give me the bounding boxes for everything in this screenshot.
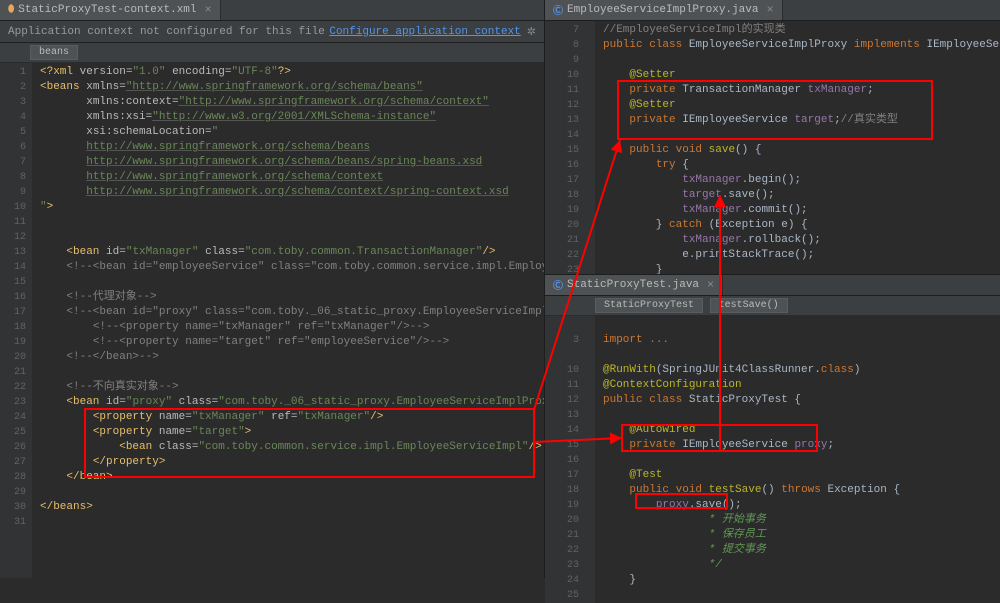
tab-test-java[interactable]: Ⓒ StaticProxyTest.java × <box>545 275 723 295</box>
rt-gutter: 789101112131415161718192021222324 <box>545 21 585 274</box>
close-icon[interactable]: × <box>205 3 212 17</box>
right-top-tabs: Ⓒ EmployeeServiceImplProxy.java × <box>545 0 1000 21</box>
left-editor[interactable]: 1234567891011121314151617181920212223242… <box>0 63 544 578</box>
tab-proxy-java[interactable]: Ⓒ EmployeeServiceImplProxy.java × <box>545 0 783 20</box>
breadcrumb-bar: beans <box>0 43 544 63</box>
notice-bar: Application context not configured for t… <box>0 21 544 43</box>
rt-indicators <box>585 21 595 274</box>
rb-indicators <box>585 316 595 603</box>
rb-gutter: 310111213141516171819202122232425 <box>545 316 585 603</box>
rt-code[interactable]: //EmployeeServiceImpl的实现类 public class E… <box>595 21 1000 274</box>
bc-method[interactable]: testSave() <box>710 298 788 313</box>
bc-class[interactable]: StaticProxyTest <box>595 298 703 313</box>
java-icon: Ⓒ <box>553 277 563 293</box>
left-code[interactable]: <?xml version="1.0" encoding="UTF-8"?> <… <box>32 63 544 578</box>
rb-code[interactable]: import ... @RunWith(SpringJUnit4ClassRun… <box>595 316 1000 603</box>
close-icon[interactable]: × <box>707 278 714 292</box>
left-tabs: ⬮ StaticProxyTest-context.xml × <box>0 0 544 21</box>
tab-context-xml[interactable]: ⬮ StaticProxyTest-context.xml × <box>0 0 221 20</box>
right-bottom-editor[interactable]: 310111213141516171819202122232425 import… <box>545 316 1000 603</box>
java-icon: Ⓒ <box>553 2 563 18</box>
tab-label: EmployeeServiceImplProxy.java <box>567 4 758 16</box>
right-bottom-tabs: Ⓒ StaticProxyTest.java × <box>545 275 1000 296</box>
left-gutter: 1234567891011121314151617181920212223242… <box>0 63 32 578</box>
notice-text: Application context not configured for t… <box>8 26 325 38</box>
breadcrumb-beans[interactable]: beans <box>30 45 78 60</box>
tab-label: StaticProxyTest.java <box>567 279 699 291</box>
configure-context-link[interactable]: Configure application context <box>329 26 520 38</box>
xml-icon: ⬮ <box>8 4 14 16</box>
rb-breadcrumb: StaticProxyTest testSave() <box>545 296 1000 316</box>
tab-label: StaticProxyTest-context.xml <box>18 4 196 16</box>
close-icon[interactable]: × <box>766 3 773 17</box>
right-top-editor[interactable]: 789101112131415161718192021222324 //Empl… <box>545 21 1000 274</box>
gear-icon[interactable]: ✲ <box>527 25 536 39</box>
